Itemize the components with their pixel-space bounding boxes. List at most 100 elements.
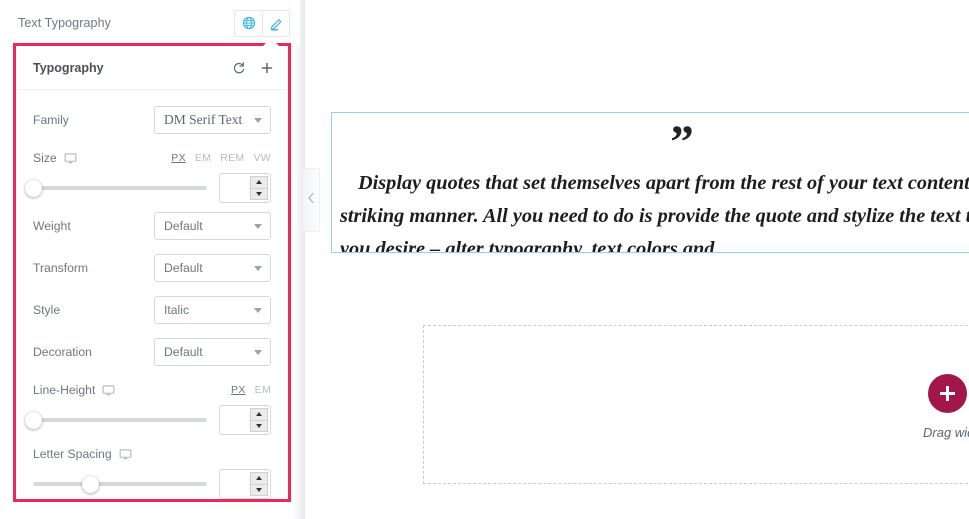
letter-spacing-number-input[interactable] (219, 469, 271, 499)
letter-spacing-slider-thumb[interactable] (81, 475, 99, 493)
line-height-slider-row (24, 403, 271, 437)
add-widget-button[interactable] (927, 374, 967, 413)
reset-icon (232, 61, 246, 75)
plus-icon (260, 61, 274, 75)
decoration-select[interactable]: Default (154, 338, 271, 366)
decoration-value: Default (164, 345, 203, 359)
dropzone-action-circles (927, 374, 969, 413)
size-header: Size PX EM REM VW (33, 145, 271, 171)
dropzone-actions: Drag widget here (923, 374, 969, 440)
size-unit-px[interactable]: PX (171, 152, 186, 164)
globe-icon (242, 16, 256, 30)
line-height-unit-group[interactable]: PX EM (231, 384, 271, 396)
letter-spacing-spinner-up[interactable] (251, 473, 267, 485)
control-weight: Weight Default (33, 205, 271, 247)
control-size: Size PX EM REM VW (24, 141, 271, 205)
preview-canvas: ” Display quotes that set themselves apa… (320, 0, 969, 519)
chevron-down-icon (254, 224, 262, 229)
family-value: DM Serif Text (164, 112, 243, 127)
line-height-number-input[interactable] (219, 405, 271, 435)
typography-panel: Typography Family DM Serif Text Size PX … (13, 43, 291, 502)
letter-spacing-header: Letter Spacing (33, 441, 271, 467)
plus-icon (939, 386, 955, 401)
pencil-icon (269, 16, 284, 31)
letter-spacing-label: Letter Spacing (33, 447, 112, 461)
line-height-label-wrap: Line-Height (33, 383, 231, 397)
size-slider-track (33, 186, 207, 190)
size-unit-vw[interactable]: VW (253, 152, 271, 164)
style-label: Style (33, 303, 61, 317)
line-height-unit-em[interactable]: EM (255, 384, 271, 396)
line-height-unit-px[interactable]: PX (231, 384, 246, 396)
panel-collapse-handle[interactable] (303, 168, 320, 232)
size-slider-thumb[interactable] (24, 179, 42, 197)
size-unit-em[interactable]: EM (195, 152, 211, 164)
line-height-slider[interactable] (24, 410, 207, 430)
size-slider-row (24, 171, 271, 205)
editor-screen: Text Typography Typography Family DM Ser… (0, 0, 969, 519)
size-spinner-up[interactable] (251, 177, 267, 189)
line-height-spinner[interactable] (250, 408, 268, 432)
transform-label: Transform (33, 261, 89, 275)
typography-panel-header: Typography (16, 46, 288, 90)
control-decoration: Decoration Default (33, 331, 271, 373)
panel-pointer (262, 38, 280, 47)
letter-spacing-label-wrap: Letter Spacing (33, 447, 271, 461)
letter-spacing-spinner-down[interactable] (251, 485, 267, 496)
quote-widget[interactable]: ” Display quotes that set themselves apa… (331, 112, 969, 253)
size-label: Size (33, 151, 57, 165)
section-header: Text Typography (0, 0, 300, 46)
size-number-input[interactable] (219, 173, 271, 203)
chevron-down-icon (254, 308, 262, 313)
desktop-icon[interactable] (64, 152, 77, 165)
chevron-down-icon (254, 266, 262, 271)
family-label: Family (33, 113, 69, 127)
size-label-wrap: Size (33, 151, 171, 165)
typography-title: Typography (33, 60, 104, 75)
transform-value: Default (164, 261, 203, 275)
desktop-icon[interactable] (119, 448, 132, 461)
desktop-icon[interactable] (102, 384, 115, 397)
quote-text[interactable]: Display quotes that set themselves apart… (332, 159, 969, 252)
size-unit-group[interactable]: PX EM REM VW (171, 152, 271, 164)
weight-label: Weight (33, 219, 71, 233)
line-height-header: Line-Height PX EM (33, 377, 271, 403)
edit-mode-button[interactable] (262, 10, 289, 36)
style-select[interactable]: Italic (154, 296, 271, 324)
chevron-left-icon (307, 191, 315, 209)
control-style: Style Italic (33, 289, 271, 331)
line-height-slider-track (33, 418, 207, 422)
add-button[interactable] (254, 54, 280, 81)
transform-select[interactable]: Default (154, 254, 271, 282)
section-title: Text Typography (18, 16, 111, 30)
size-spinner-down[interactable] (251, 189, 267, 200)
control-letter-spacing: Letter Spacing (33, 437, 271, 501)
global-mode-button[interactable] (235, 10, 262, 36)
line-height-label: Line-Height (33, 383, 96, 397)
letter-spacing-slider-row (33, 467, 271, 501)
size-unit-rem[interactable]: REM (220, 152, 244, 164)
reset-button[interactable] (226, 54, 252, 81)
family-select[interactable]: DM Serif Text (154, 106, 271, 134)
line-height-slider-thumb[interactable] (24, 411, 42, 429)
chevron-down-icon (254, 118, 262, 123)
mode-toggle-group[interactable] (234, 9, 290, 37)
editor-panel-column: Text Typography Typography Family DM Ser… (0, 0, 305, 519)
widget-dropzone[interactable]: Drag widget here (423, 325, 969, 484)
control-family: Family DM Serif Text (33, 99, 271, 141)
control-transform: Transform Default (33, 247, 271, 289)
size-slider[interactable] (24, 178, 207, 198)
line-height-spinner-up[interactable] (251, 409, 267, 421)
letter-spacing-slider[interactable] (33, 474, 207, 494)
quote-mark-icon: ” (670, 116, 694, 168)
control-line-height: Line-Height PX EM (24, 373, 271, 437)
drag-widget-label: Drag widget here (923, 425, 969, 440)
weight-select[interactable]: Default (154, 212, 271, 240)
chevron-down-icon (254, 350, 262, 355)
size-spinner[interactable] (250, 176, 268, 200)
line-height-spinner-down[interactable] (251, 421, 267, 432)
letter-spacing-spinner[interactable] (250, 472, 268, 496)
weight-value: Default (164, 219, 203, 233)
typography-controls: Family DM Serif Text Size PX EM REM VW W… (16, 90, 288, 501)
letter-spacing-slider-track (33, 482, 207, 486)
